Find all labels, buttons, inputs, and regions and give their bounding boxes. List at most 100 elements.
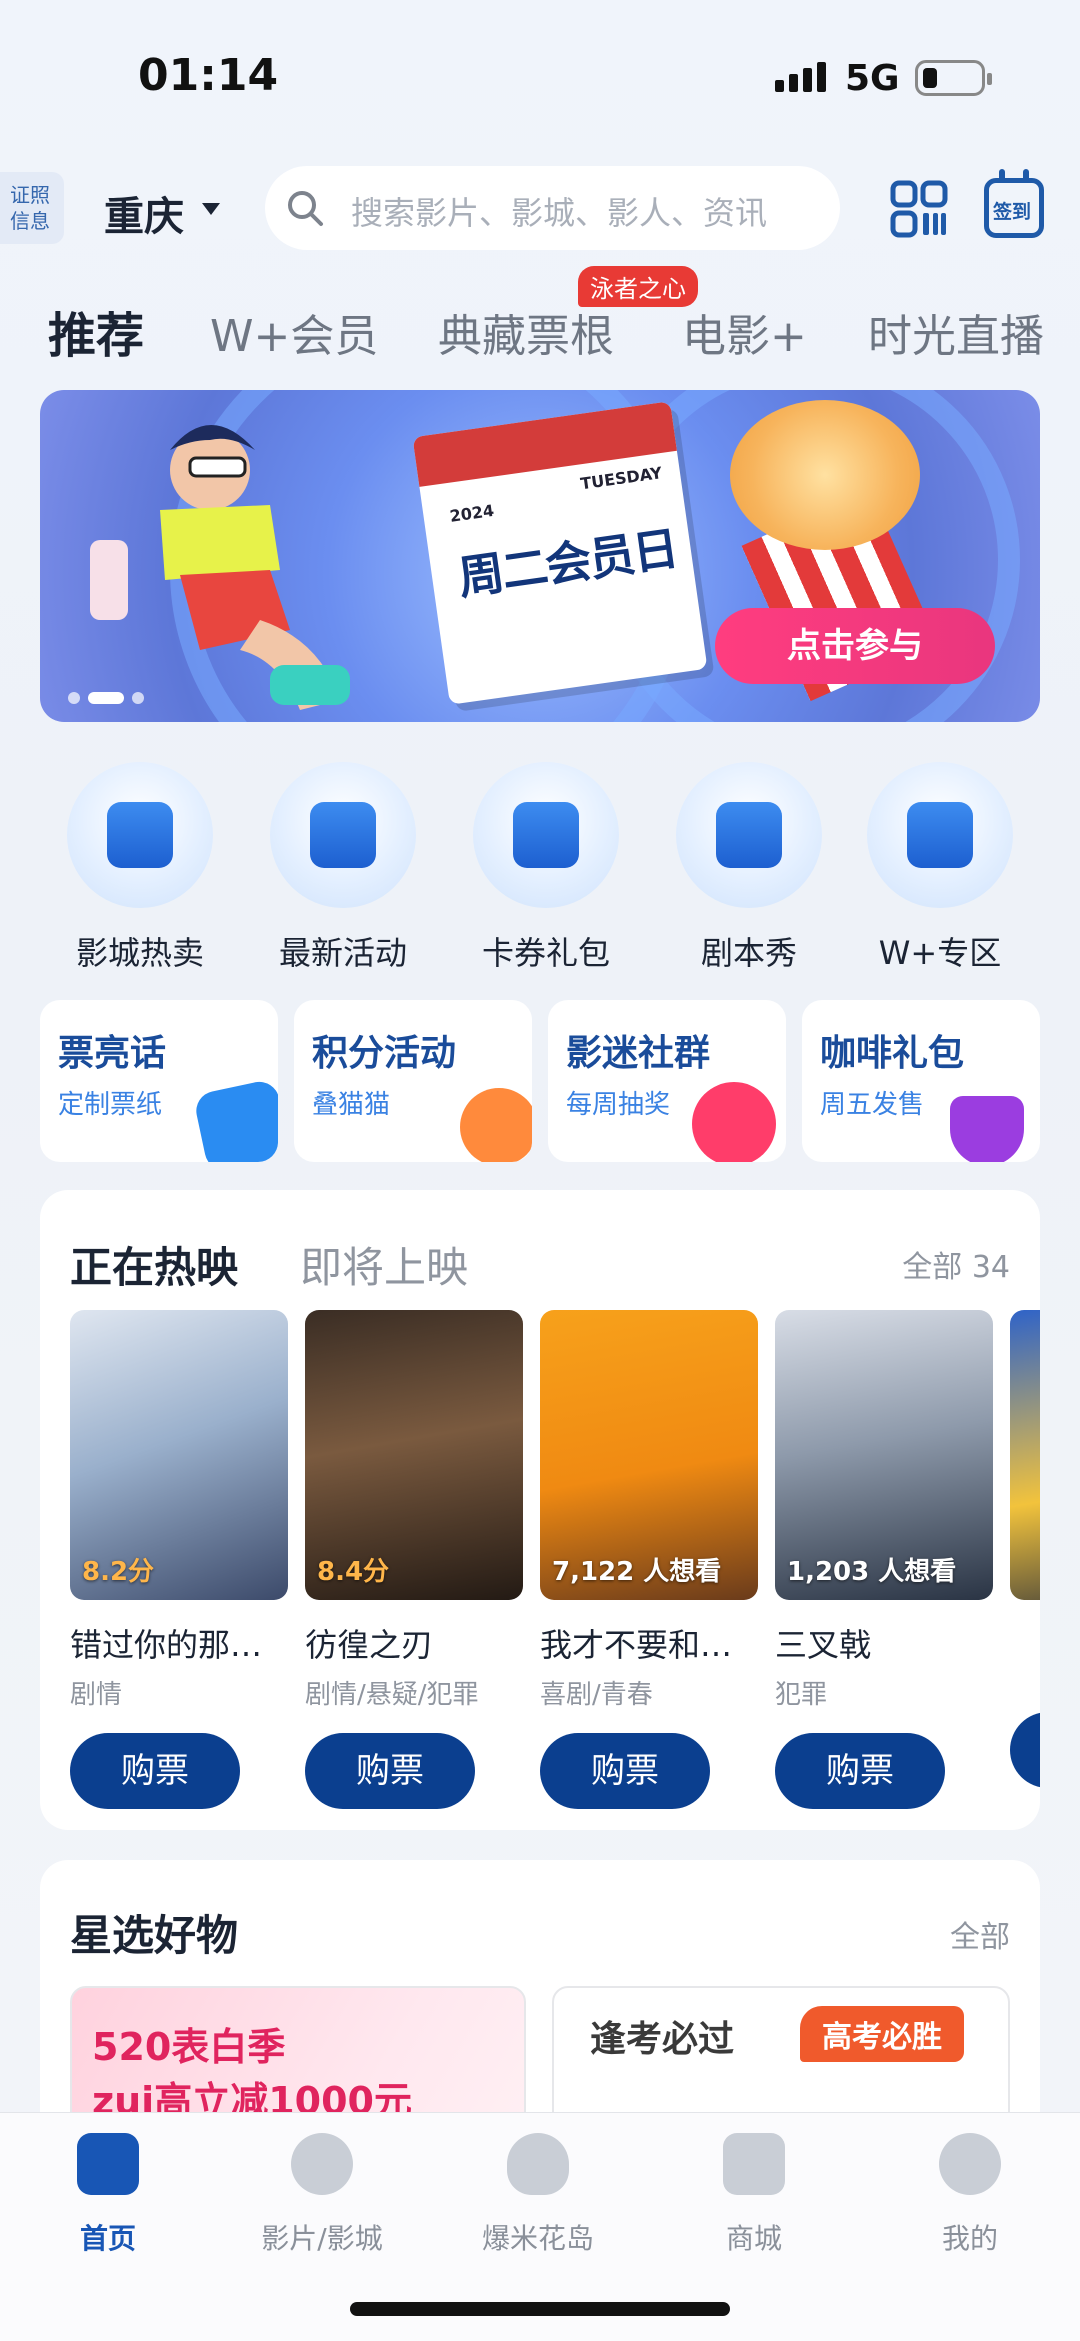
promo-card-coffee[interactable]: 咖啡礼包 周五发售 xyxy=(802,1000,1040,1162)
cinema-drink-icon xyxy=(67,762,213,908)
promo-subtitle: 每周抽奖 xyxy=(566,1090,671,1120)
chevron-down-icon[interactable] xyxy=(202,203,220,215)
quick-link-glyph xyxy=(907,802,973,868)
tab-wplus-member[interactable]: W+会员 xyxy=(210,300,378,364)
nav-label: 商城 xyxy=(725,2222,782,2255)
chat-bubble-icon xyxy=(692,1082,776,1162)
movie-card[interactable]: 1,203 人想看 三叉戟 犯罪 购票 xyxy=(775,1310,993,1809)
star-icon xyxy=(460,1088,532,1162)
tab-now-showing[interactable]: 正在热映 xyxy=(70,1234,238,1295)
tab-recommend[interactable]: 推荐 xyxy=(48,296,144,366)
nav-films-cinemas[interactable]: 影片/影城 xyxy=(222,2133,422,2257)
crown-icon xyxy=(867,762,1013,908)
goods-card-headline: 520表白季 xyxy=(92,2025,286,2069)
movie-poster[interactable]: 1,203 人想看 xyxy=(775,1310,993,1600)
search-input[interactable]: 搜索影片、影城、影人、资讯 xyxy=(265,166,840,250)
movie-card[interactable]: 7,122 人想看 我才不要和… 喜剧/青春 购票 xyxy=(540,1310,758,1809)
home-indicator[interactable] xyxy=(350,2302,730,2316)
movie-card-partial[interactable] xyxy=(1010,1310,1040,1788)
movies-all-link[interactable]: 全部 34 xyxy=(902,1242,1010,1286)
movie-genre: 喜剧/青春 xyxy=(540,1680,653,1710)
movies-section: 正在热映 即将上映 全部 34 8.2分 错过你的那… 剧情 购票 8.4分 彷… xyxy=(40,1190,1040,1830)
home-icon xyxy=(77,2133,139,2195)
buy-ticket-button[interactable]: 购票 xyxy=(775,1733,945,1809)
movie-card[interactable]: 8.2分 错过你的那… 剧情 购票 xyxy=(70,1310,288,1809)
movie-genre: 剧情 xyxy=(70,1680,123,1710)
movie-title: 彷徨之刃 xyxy=(305,1626,434,1664)
nav-mall[interactable]: 商城 xyxy=(654,2133,854,2257)
status-bar: 01:14 5G xyxy=(0,0,1080,150)
quick-link-coupons[interactable]: 卡券礼包 xyxy=(446,762,646,974)
promo-title: 咖啡礼包 xyxy=(820,1033,965,1074)
license-info-button[interactable]: 证照信息 xyxy=(0,172,64,244)
movie-title: 我才不要和… xyxy=(540,1626,733,1664)
nav-label: 影片/影城 xyxy=(261,2222,383,2255)
movie-rating: 8.4分 xyxy=(317,1557,390,1587)
quick-link-label: 影城热卖 xyxy=(75,934,204,972)
banner-character-illustration xyxy=(90,425,350,710)
promo-subtitle: 定制票纸 xyxy=(58,1090,163,1120)
tab-movie-plus[interactable]: 电影+ xyxy=(682,300,807,364)
buy-ticket-button-partial[interactable] xyxy=(1010,1712,1040,1788)
promo-title: 票亮话 xyxy=(58,1033,167,1074)
nav-popcorn-island[interactable]: 爆米花岛 xyxy=(438,2133,638,2257)
signal-icon xyxy=(775,62,826,92)
movie-want-count: 1,203 人想看 xyxy=(787,1557,957,1587)
nav-label: 爆米花岛 xyxy=(481,2222,594,2255)
checkin-calendar-button[interactable]: 签到 xyxy=(984,169,1044,238)
top-tabs: 推荐 W+会员 典藏票根 泳者之心 电影+ 时光直播 xyxy=(48,266,1080,372)
battery-icon xyxy=(915,60,992,96)
tab-ticket-collection[interactable]: 典藏票根 xyxy=(438,300,614,364)
goods-title: 星选好物 xyxy=(70,1911,239,1960)
movie-card[interactable]: 8.4分 彷徨之刃 剧情/悬疑/犯罪 购票 xyxy=(305,1310,523,1809)
tab-badge: 泳者之心 xyxy=(578,266,698,307)
scan-qr-icon[interactable] xyxy=(890,180,948,238)
checkin-label: 签到 xyxy=(993,201,1032,223)
city-selector[interactable]: 重庆 xyxy=(104,184,184,242)
movie-poster[interactable]: 7,122 人想看 xyxy=(540,1310,758,1600)
calendar-year: 2024 xyxy=(448,500,496,526)
promo-subtitle: 叠猫猫 xyxy=(312,1090,391,1120)
buy-ticket-button[interactable]: 购票 xyxy=(540,1733,710,1809)
buy-ticket-button[interactable]: 购票 xyxy=(70,1733,240,1809)
quick-link-wplus-zone[interactable]: W+专区 xyxy=(840,762,1040,974)
quick-link-glyph xyxy=(310,802,376,868)
buy-ticket-button[interactable]: 购票 xyxy=(305,1733,475,1809)
carousel-dot-active xyxy=(88,692,124,704)
calendar-weekday: TUESDAY xyxy=(579,463,664,494)
movie-poster[interactable]: 8.4分 xyxy=(305,1310,523,1600)
promo-title: 影迷社群 xyxy=(566,1033,711,1074)
movie-title: 错过你的那… xyxy=(70,1626,263,1664)
promo-card-points[interactable]: 积分活动 叠猫猫 xyxy=(294,1000,532,1162)
movie-genre: 剧情/悬疑/犯罪 xyxy=(305,1680,479,1710)
banner-participate-button[interactable]: 点击参与 xyxy=(715,608,995,684)
goods-all-link[interactable]: 全部 xyxy=(950,1912,1010,1956)
quick-link-cinema-hot[interactable]: 影城热卖 xyxy=(40,762,240,974)
promo-card-fan-group[interactable]: 影迷社群 每周抽奖 xyxy=(548,1000,786,1162)
promo-banner[interactable]: 2024 TUESDAY 周二会员日 点击参与 xyxy=(40,390,1040,722)
quick-link-label: W+专区 xyxy=(878,934,1002,972)
movie-title: 三叉戟 xyxy=(775,1626,872,1664)
quick-link-label: 卡券礼包 xyxy=(481,934,610,972)
quick-link-activities[interactable]: 最新活动 xyxy=(243,762,443,974)
movie-poster[interactable] xyxy=(1010,1310,1040,1600)
promo-card-ticket-talk[interactable]: 票亮话 定制票纸 xyxy=(40,1000,278,1162)
carousel-dots xyxy=(68,692,144,704)
promo-title: 积分活动 xyxy=(312,1033,457,1074)
popcorn-icon xyxy=(507,2133,569,2195)
nav-home[interactable]: 首页 xyxy=(8,2133,208,2257)
quick-link-glyph xyxy=(716,802,782,868)
banner-title: 周二会员日 xyxy=(454,521,681,606)
coffee-icon xyxy=(950,1096,1024,1162)
movie-poster[interactable]: 8.2分 xyxy=(70,1310,288,1600)
movie-want-count: 7,122 人想看 xyxy=(552,1557,722,1587)
tab-live[interactable]: 时光直播 xyxy=(868,300,1044,364)
quick-link-script-show[interactable]: 剧本秀 xyxy=(649,762,849,974)
quick-link-glyph xyxy=(513,802,579,868)
movie-rating: 8.2分 xyxy=(82,1557,155,1587)
goods-card-headline: 逢考必过 xyxy=(590,2019,735,2060)
ticket-coupon-icon xyxy=(473,762,619,908)
nav-label: 我的 xyxy=(941,2222,998,2255)
nav-profile[interactable]: 我的 xyxy=(870,2133,1070,2257)
tab-coming-soon[interactable]: 即将上映 xyxy=(300,1234,468,1295)
